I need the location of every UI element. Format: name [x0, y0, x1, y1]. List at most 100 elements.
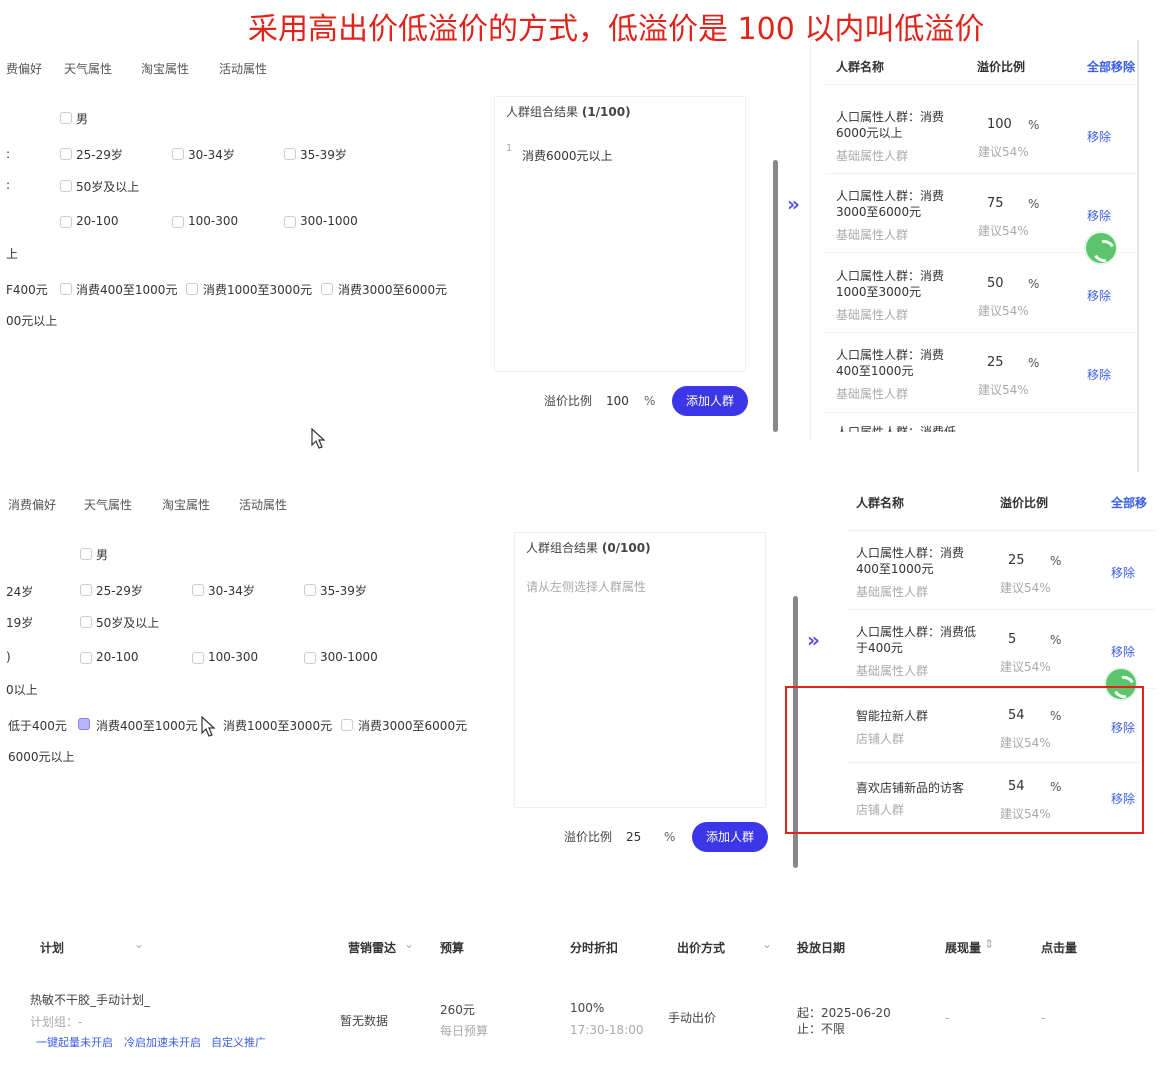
quick-boost-link[interactable]: 一键起量未开启: [36, 1034, 113, 1050]
row-remove-link[interactable]: 移除: [1111, 564, 1135, 581]
option-male[interactable]: 男: [76, 110, 88, 127]
checkbox-spend-1000-3000[interactable]: [186, 283, 198, 295]
option-price-100-300[interactable]: 100-300: [188, 214, 238, 228]
checkbox-male[interactable]: [80, 548, 92, 560]
option-spend-6000-plus[interactable]: 6000元以上: [8, 748, 75, 765]
checkbox-spend-3000-6000[interactable]: [321, 283, 333, 295]
option-price-20-100[interactable]: 20-100: [96, 650, 139, 664]
row-premium-input[interactable]: 5: [1008, 632, 1016, 647]
checkbox-age-25-29[interactable]: [80, 584, 92, 596]
checkbox-price-20-100[interactable]: [80, 652, 92, 664]
double-chevron-right-icon[interactable]: »: [807, 628, 820, 652]
remove-all-link[interactable]: 全部移: [1111, 494, 1147, 511]
checkbox-price-100-300[interactable]: [172, 216, 184, 228]
checkbox-price-300-1000[interactable]: [284, 216, 296, 228]
instruction-banner: 采用高出价低溢价的方式，低溢价是 100 以内叫低溢价: [248, 12, 985, 47]
option-age-30-34[interactable]: 30-34岁: [208, 582, 255, 599]
chevron-down-icon[interactable]: ⌄: [404, 937, 414, 951]
checkbox-age-35-39[interactable]: [284, 148, 296, 160]
row-divider: [826, 412, 1138, 413]
option-age-50-plus[interactable]: 50岁及以上: [76, 178, 139, 195]
row-type: 基础属性人群: [856, 664, 929, 678]
add-crowd-button[interactable]: 添加人群: [692, 822, 768, 852]
chevron-down-icon[interactable]: ⌄: [134, 937, 144, 951]
checkbox-age-30-34[interactable]: [172, 148, 184, 160]
checkbox-age-50-plus[interactable]: [80, 616, 92, 628]
remove-all-link[interactable]: 全部移除: [1087, 58, 1135, 75]
row-remove-link[interactable]: 移除: [1087, 366, 1111, 383]
option-age-35-39[interactable]: 35-39岁: [300, 146, 347, 163]
checkbox-age-50-plus[interactable]: [60, 180, 72, 192]
option-spend-1000-3000[interactable]: 消费1000至3000元: [203, 281, 312, 298]
option-spend-below-400[interactable]: F400元: [6, 281, 48, 298]
tab-activity[interactable]: 活动属性: [239, 496, 287, 513]
option-spend-6000-plus[interactable]: 00元以上: [6, 312, 57, 329]
row-remove-link[interactable]: 移除: [1087, 207, 1111, 224]
double-chevron-right-icon[interactable]: »: [787, 192, 800, 216]
checkbox-male[interactable]: [60, 112, 72, 124]
cold-start-link[interactable]: 冷启加速未开启: [124, 1034, 201, 1050]
row-premium-input[interactable]: 25: [987, 355, 1004, 370]
row-pct: %: [1050, 554, 1062, 568]
option-spend-3000-6000[interactable]: 消费3000至6000元: [358, 717, 467, 734]
option-price-300-1000[interactable]: 300-1000: [300, 214, 358, 228]
tab-taobao[interactable]: 淘宝属性: [162, 496, 210, 513]
row-premium-input[interactable]: 25: [1008, 553, 1025, 568]
add-crowd-button[interactable]: 添加人群: [672, 386, 748, 416]
checkbox-price-300-1000[interactable]: [304, 652, 316, 664]
checkbox-age-35-39[interactable]: [304, 584, 316, 596]
premium-input[interactable]: 100: [606, 394, 629, 408]
checkbox-spend-400-1000[interactable]: [60, 283, 72, 295]
result-item[interactable]: 消费6000元以上: [522, 147, 613, 164]
option-age-30-34[interactable]: 30-34岁: [188, 146, 235, 163]
row-remove-link[interactable]: 移除: [1111, 643, 1135, 660]
tab-weather[interactable]: 天气属性: [64, 60, 112, 77]
chevron-down-icon[interactable]: ⌄: [762, 937, 772, 951]
row-premium-input[interactable]: 75: [987, 196, 1004, 211]
col-plan[interactable]: 计划: [40, 939, 64, 956]
option-spend-3000-6000[interactable]: 消费3000至6000元: [338, 281, 447, 298]
discount-value[interactable]: 100%: [570, 1001, 604, 1015]
scrollbar[interactable]: [773, 160, 778, 432]
radar-value: 暂无数据: [340, 1014, 389, 1028]
option-spend-1000-3000[interactable]: 消费1000至3000元: [223, 717, 332, 734]
tab-consumption[interactable]: 消费偏好: [8, 496, 56, 513]
checkbox-price-20-100[interactable]: [60, 216, 72, 228]
tab-activity[interactable]: 活动属性: [219, 60, 267, 77]
option-spend-400-1000[interactable]: 消费400至1000元: [76, 281, 177, 298]
row-type: 基础属性人群: [836, 228, 909, 242]
option-age-25-29[interactable]: 25-29岁: [76, 146, 123, 163]
col-time-discount: 分时折扣: [570, 941, 619, 955]
option-price-20-100[interactable]: 20-100: [76, 214, 119, 228]
checkbox-price-100-300[interactable]: [192, 652, 204, 664]
row-premium-input[interactable]: 50: [987, 276, 1004, 291]
row-remove-link[interactable]: 移除: [1087, 128, 1111, 145]
sort-icon[interactable]: ⇕: [984, 937, 994, 951]
tab-consumption[interactable]: 费偏好: [6, 60, 42, 77]
option-male[interactable]: 男: [96, 546, 108, 563]
custom-promo-link[interactable]: 自定义推广: [211, 1034, 266, 1050]
checkbox-spend-3000-6000[interactable]: [341, 719, 353, 731]
col-bid-method[interactable]: 出价方式: [677, 939, 725, 956]
col-impressions[interactable]: 展现量: [945, 939, 981, 956]
row-remove-link[interactable]: 移除: [1087, 287, 1111, 304]
option-age-25-29[interactable]: 25-29岁: [96, 582, 143, 599]
option-price-300-1000[interactable]: 300-1000: [320, 650, 378, 664]
checkbox-age-25-29[interactable]: [60, 148, 72, 160]
row-premium-input[interactable]: 100: [987, 117, 1012, 132]
checkbox-spend-400-1000[interactable]: [78, 718, 90, 730]
option-age-35-39[interactable]: 35-39岁: [320, 582, 367, 599]
budget-value[interactable]: 260元: [440, 1001, 475, 1018]
option-age-50-plus[interactable]: 50岁及以上: [96, 614, 159, 631]
tab-taobao[interactable]: 淘宝属性: [141, 60, 189, 77]
premium-input[interactable]: 25: [626, 830, 641, 844]
row-divider: [826, 332, 1138, 333]
tab-weather[interactable]: 天气属性: [84, 496, 132, 513]
col-radar[interactable]: 营销雷达: [348, 939, 396, 956]
checkbox-age-30-34[interactable]: [192, 584, 204, 596]
highlight-box: [785, 686, 1144, 834]
option-spend-400-1000[interactable]: 消费400至1000元: [96, 717, 197, 734]
option-price-100-300[interactable]: 100-300: [208, 650, 258, 664]
plan-name[interactable]: 热敏不干胶_手动计划_: [30, 991, 150, 1008]
option-spend-below-400[interactable]: 低于400元: [8, 717, 67, 734]
